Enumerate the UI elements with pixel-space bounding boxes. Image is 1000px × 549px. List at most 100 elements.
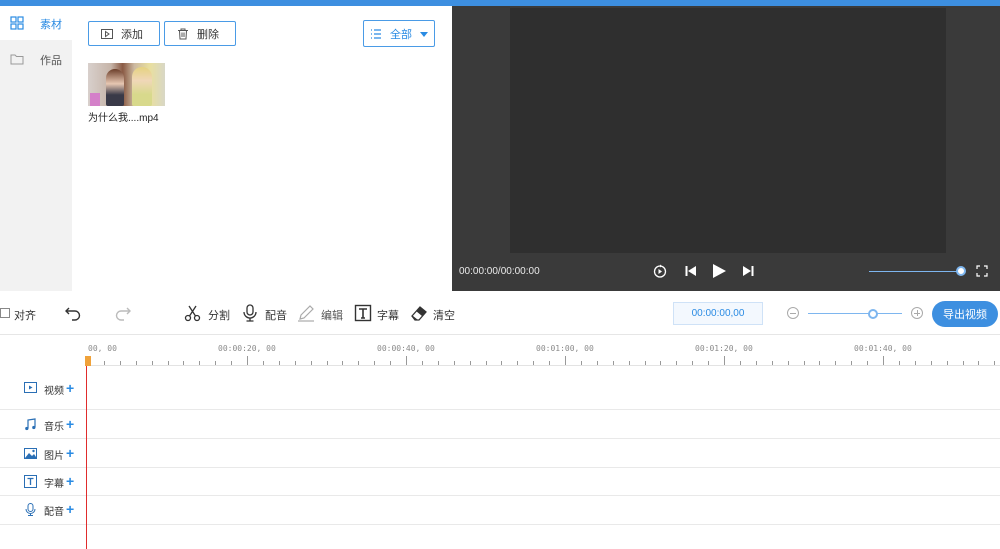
- ruler-tick: [835, 361, 837, 365]
- sidebar: 素材 作品: [0, 6, 72, 291]
- zoom-in-icon[interactable]: [911, 307, 923, 319]
- playhead-line[interactable]: [86, 356, 87, 549]
- preview-panel: 00:00:00/00:00:00: [452, 6, 1000, 291]
- ruler-tick: [708, 361, 710, 365]
- ruler-tick: [962, 361, 964, 365]
- playhead-handle[interactable]: [85, 356, 91, 366]
- mic-icon: [25, 503, 36, 516]
- add-subtitle-track-button[interactable]: +: [66, 474, 74, 488]
- ruler-tick: [183, 361, 185, 365]
- timeline-ruler[interactable]: 00, 00 00:00:20, 00 00:00:40, 00 00:01:0…: [86, 336, 1000, 366]
- split-button[interactable]: 分割: [208, 307, 230, 323]
- ruler-tick: [342, 361, 344, 365]
- volume-slider-track[interactable]: [869, 271, 959, 272]
- ruler-tick: [501, 361, 503, 365]
- filter-dropdown[interactable]: 全部: [363, 20, 435, 47]
- zoom-slider-handle[interactable]: [868, 309, 878, 319]
- ruler-tick: [660, 361, 662, 365]
- track-row-music[interactable]: 音乐 +: [0, 410, 1000, 439]
- ruler-tick: [533, 361, 535, 365]
- ruler-tick: [231, 361, 233, 365]
- ruler-tick: [914, 361, 916, 365]
- microphone-icon[interactable]: [241, 304, 259, 322]
- thumbnail-object: [90, 93, 100, 106]
- thumbnail-figure-1: [106, 69, 124, 106]
- play-icon[interactable]: [711, 263, 727, 279]
- align-checkbox[interactable]: [0, 308, 10, 318]
- ruler-tick: [103, 361, 105, 365]
- track-row-video[interactable]: 视频 +: [0, 366, 1000, 410]
- ruler-tick: [310, 361, 312, 365]
- track-row-dub[interactable]: 配音 +: [0, 496, 1000, 525]
- ruler-tick: [119, 361, 121, 365]
- chevron-down-icon: [420, 32, 428, 37]
- ruler-tick: [437, 361, 439, 365]
- track-row-subtitle[interactable]: 字幕 +: [0, 468, 1000, 496]
- track-label: 字幕: [44, 479, 64, 490]
- zoom-out-icon[interactable]: [787, 307, 799, 319]
- ruler-tick: [580, 361, 582, 365]
- add-button[interactable]: 添加: [88, 21, 160, 46]
- ruler-tick: [294, 361, 296, 365]
- ruler-tick: [628, 361, 630, 365]
- ruler-tick: [199, 361, 201, 365]
- thumbnail-figure-2: [132, 67, 152, 106]
- volume-slider-handle[interactable]: [956, 266, 966, 276]
- ruler-tick: [215, 361, 217, 365]
- next-frame-icon[interactable]: [741, 264, 755, 278]
- zoom-slider-track[interactable]: [808, 313, 902, 314]
- ruler-tick: [247, 356, 248, 365]
- ruler-label: 00, 00: [88, 344, 117, 353]
- ruler-tick: [978, 361, 980, 365]
- subtitle-button[interactable]: 字幕: [377, 307, 399, 323]
- track-row-image[interactable]: 图片 +: [0, 439, 1000, 468]
- eraser-icon[interactable]: [410, 304, 428, 322]
- dub-button[interactable]: 配音: [265, 307, 287, 323]
- video-screen[interactable]: [510, 8, 946, 253]
- ruler-tick: [453, 361, 455, 365]
- playback-time: 00:00:00/00:00:00: [459, 266, 540, 277]
- ruler-tick: [867, 361, 869, 365]
- add-music-track-button[interactable]: +: [66, 417, 74, 431]
- export-video-button[interactable]: 导出视频: [932, 301, 998, 327]
- clear-button[interactable]: 清空: [433, 307, 455, 323]
- delete-button[interactable]: 删除: [164, 21, 236, 46]
- edit-button[interactable]: 编辑: [321, 307, 343, 323]
- ruler-tick: [485, 361, 487, 365]
- ruler-tick: [739, 361, 741, 365]
- ruler-tick: [326, 361, 328, 365]
- track-label: 配音: [44, 507, 64, 518]
- ruler-tick: [930, 361, 932, 365]
- previous-frame-icon[interactable]: [684, 264, 698, 278]
- media-thumbnail[interactable]: [88, 63, 165, 106]
- ruler-tick: [787, 361, 789, 365]
- undo-icon[interactable]: [64, 304, 82, 322]
- fullscreen-icon[interactable]: [976, 265, 988, 277]
- ruler-tick: [883, 356, 884, 365]
- ruler-tick: [549, 361, 551, 365]
- ruler-tick: [819, 361, 821, 365]
- replay-icon[interactable]: [653, 264, 667, 278]
- video-icon: [24, 382, 37, 393]
- scissors-icon[interactable]: [184, 304, 202, 322]
- ruler-label: 00:01:00, 00: [536, 344, 594, 353]
- sidebar-item-material[interactable]: 素材: [0, 6, 72, 40]
- ruler-tick: [517, 361, 519, 365]
- pencil-icon[interactable]: [297, 304, 315, 322]
- add-video-track-button[interactable]: +: [66, 381, 74, 395]
- sidebar-item-works[interactable]: 作品: [0, 42, 72, 76]
- sidebar-item-label: 作品: [40, 55, 62, 67]
- media-item-name: 为什么我....mp4: [88, 113, 159, 124]
- ruler-tick: [262, 361, 264, 365]
- ruler-tick: [724, 356, 725, 365]
- ruler-tick: [565, 356, 566, 365]
- sidebar-item-label: 素材: [40, 19, 62, 31]
- redo-icon[interactable]: [114, 304, 132, 322]
- ruler-tick: [612, 361, 614, 365]
- timecode-input[interactable]: 00:00:00,00: [673, 302, 763, 325]
- text-icon[interactable]: [354, 304, 372, 322]
- ruler-label: 00:00:20, 00: [218, 344, 276, 353]
- add-dub-track-button[interactable]: +: [66, 502, 74, 516]
- add-button-label: 添加: [121, 28, 143, 41]
- add-image-track-button[interactable]: +: [66, 446, 74, 460]
